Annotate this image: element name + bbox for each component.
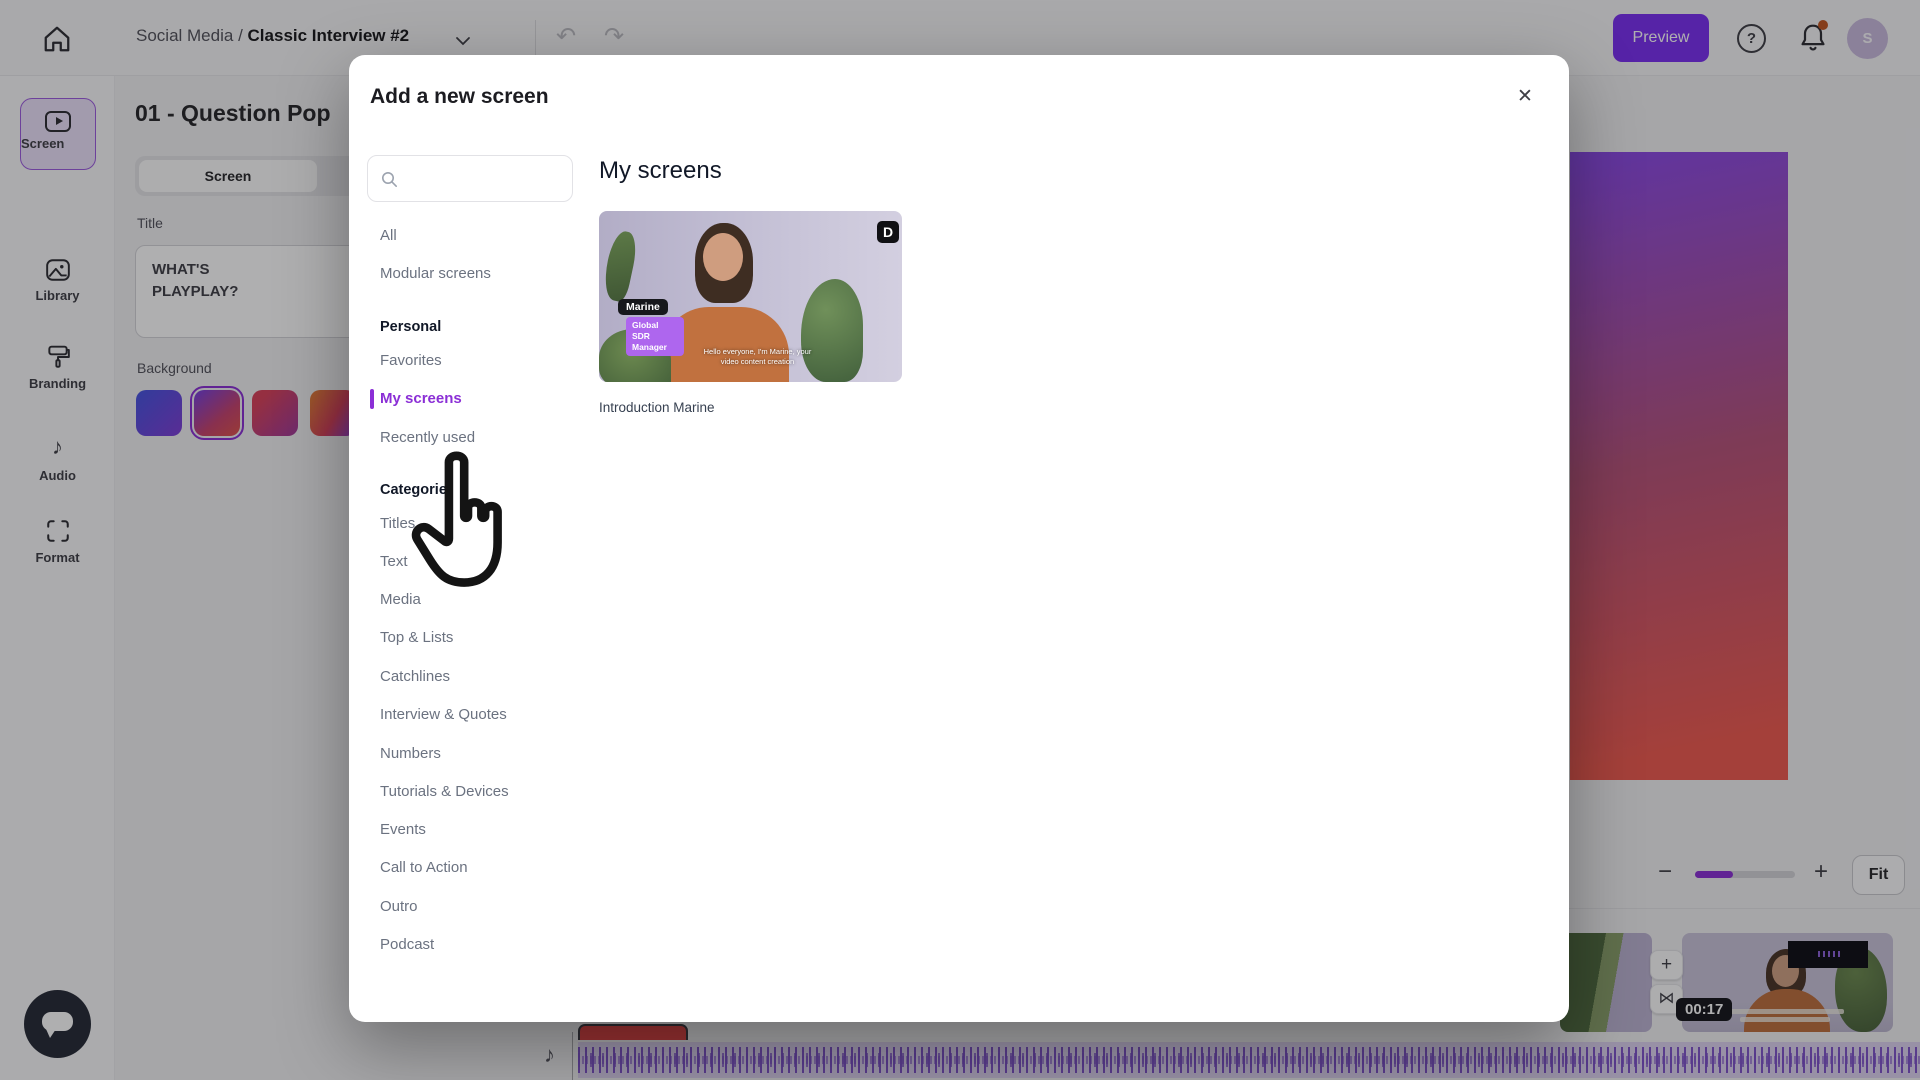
modal-nav-podcast[interactable]: Podcast [367, 930, 577, 960]
search-input[interactable] [408, 162, 563, 195]
thumb-brand-logo: D [877, 221, 899, 243]
search-icon [381, 171, 398, 188]
modal-nav-outro[interactable]: Outro [367, 892, 577, 922]
modal-nav-tutorials-devices[interactable]: Tutorials & Devices [367, 777, 577, 807]
my-screens-heading: My screens [599, 157, 722, 185]
modal-title: Add a new screen [370, 85, 549, 109]
app-window: Social Media / Classic Interview #2 ↶ ↷ … [0, 0, 1920, 1080]
thumb-name-tag: Marine [618, 299, 668, 315]
thumb-role-tag: Global SDR Manager [626, 317, 684, 356]
close-icon[interactable]: ✕ [1511, 83, 1539, 111]
modal-nav-all[interactable]: All [367, 221, 577, 251]
modal-nav-top-lists[interactable]: Top & Lists [367, 623, 577, 653]
modal-nav-modular-screens[interactable]: Modular screens [367, 259, 577, 289]
modal-nav-events[interactable]: Events [367, 815, 577, 845]
modal-nav-interview-quotes[interactable]: Interview & Quotes [367, 700, 577, 730]
modal-nav-catchlines[interactable]: Catchlines [367, 662, 577, 692]
add-screen-modal: Add a new screen ✕ All Modular screens P… [349, 55, 1569, 1022]
thumb-person-face [703, 233, 743, 281]
screen-thumbnail-label: Introduction Marine [599, 400, 715, 415]
hand-cursor-icon [405, 448, 510, 593]
screen-thumbnail-introduction-marine[interactable]: D Marine Global SDR Manager Hello everyo… [599, 211, 902, 382]
thumb-subtitle-caption: Hello everyone, I'm Marine, your video c… [695, 347, 820, 367]
thumb-plant-leaf [600, 229, 640, 303]
search-box[interactable] [367, 155, 573, 202]
modal-nav-my-screens-selected[interactable]: My screens [367, 384, 577, 414]
modal-nav-numbers[interactable]: Numbers [367, 739, 577, 769]
modal-nav-call-to-action[interactable]: Call to Action [367, 853, 577, 883]
modal-nav-header-personal: Personal [367, 312, 577, 342]
modal-nav-favorites[interactable]: Favorites [367, 346, 577, 376]
